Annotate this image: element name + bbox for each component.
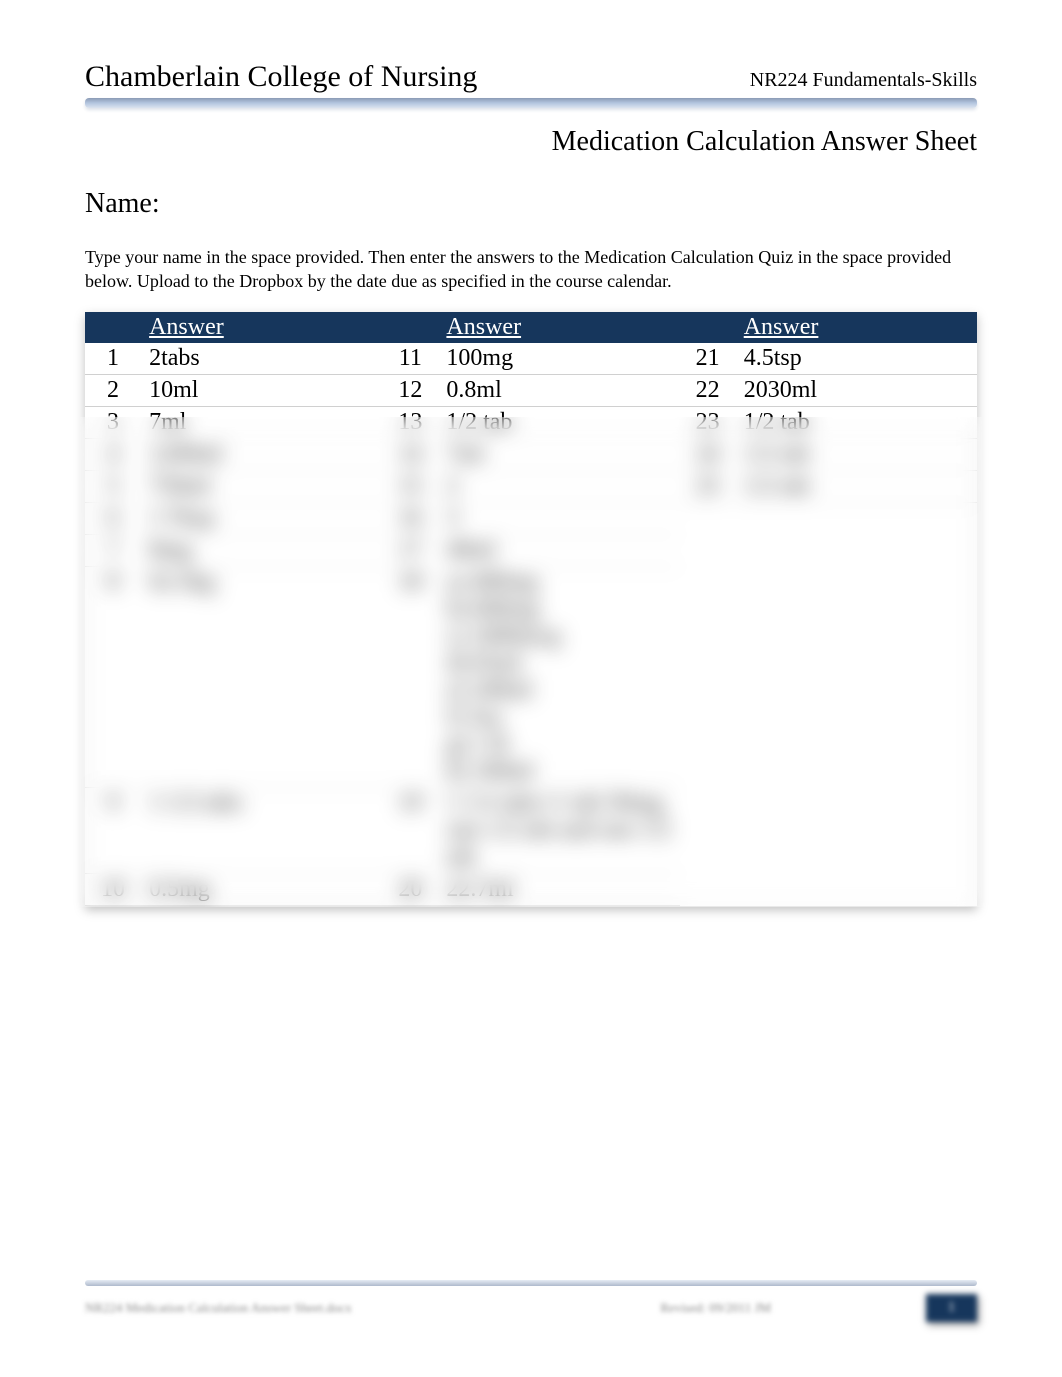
- answer-value: 3: [438, 502, 679, 534]
- header-answer-2: Answer: [438, 312, 679, 343]
- answer-number: [680, 787, 736, 873]
- answer-number: 23: [680, 406, 736, 438]
- answer-number: 12: [382, 374, 438, 406]
- answer-value: 2: [438, 470, 679, 502]
- footer-center-text: Revised: 09/2011 JM: [506, 1300, 927, 1316]
- answer-value: 40ml: [438, 534, 679, 566]
- answer-number: [680, 873, 736, 905]
- answer-value: 62.5kg: [141, 566, 382, 787]
- answer-number: 10: [85, 873, 141, 905]
- answer-value: 1/2 tab: [736, 470, 977, 502]
- table-row: 41200ml147ml241/2 tab: [85, 438, 977, 470]
- answer-value: 10ml: [141, 374, 382, 406]
- answer-value: 1 1/2 tabs: [141, 787, 382, 873]
- college-name: Chamberlain College of Nursing: [85, 60, 477, 94]
- answer-value: 4.5tsp: [736, 343, 977, 375]
- answer-number: 13: [382, 406, 438, 438]
- table-row: 61 Tbsp163: [85, 502, 977, 534]
- answer-number: 7: [85, 534, 141, 566]
- answer-number: [680, 534, 736, 566]
- answer-value: 2030ml: [736, 374, 977, 406]
- answer-number: 1: [85, 343, 141, 375]
- footer-row: NR224 Medication Calculation Answer Shee…: [85, 1294, 977, 1322]
- table-row: 78mg1740ml: [85, 534, 977, 566]
- answer-value: 0.8ml: [438, 374, 679, 406]
- page-badge: 1: [926, 1294, 977, 1322]
- document-title: Medication Calculation Answer Sheet: [85, 126, 977, 158]
- answer-number: 2: [85, 374, 141, 406]
- answer-number: 5: [85, 470, 141, 502]
- answer-value: 1/2 tab: [736, 438, 977, 470]
- answer-number: 19: [382, 787, 438, 873]
- answer-number: 20: [382, 873, 438, 905]
- answer-number: 14: [382, 438, 438, 470]
- table-row: 100.5mg2022.7ml: [85, 873, 977, 905]
- answer-value: 8mg: [141, 534, 382, 566]
- answer-table-wrap: Answer Answer Answer 12tabs11100mg214.5t…: [85, 312, 977, 906]
- answer-value: [736, 787, 977, 873]
- answer-number: 11: [382, 343, 438, 375]
- answer-value: a) 400mg b) 600mg c) 1000mcg d) 65ml e) …: [438, 566, 679, 787]
- answer-number: 4: [85, 438, 141, 470]
- answer-value: [736, 534, 977, 566]
- answer-value: [736, 873, 977, 905]
- answer-value: 100mg: [438, 343, 679, 375]
- answer-number: 24: [680, 438, 736, 470]
- name-label: Name:: [85, 188, 977, 220]
- answer-number: [680, 566, 736, 787]
- header-blank-1: [85, 312, 141, 343]
- header-blank-3: [680, 312, 736, 343]
- footer: NR224 Medication Calculation Answer Shee…: [85, 1280, 977, 1322]
- answer-value: 1200ml: [141, 438, 382, 470]
- answer-number: [680, 502, 736, 534]
- footer-line: [85, 1280, 977, 1286]
- answer-value: [736, 566, 977, 787]
- instructions-text: Type your name in the space provided. Th…: [85, 245, 977, 294]
- answer-number: 6: [85, 502, 141, 534]
- answer-value: 1/2 tab: [736, 406, 977, 438]
- answer-value: 22.7ml: [438, 873, 679, 905]
- answer-value: 750ml: [141, 470, 382, 502]
- answer-number: 15: [382, 470, 438, 502]
- header-blank-2: [382, 312, 438, 343]
- table-row: 210ml120.8ml222030ml: [85, 374, 977, 406]
- answer-number: 21: [680, 343, 736, 375]
- course-code: NR224 Fundamentals-Skills: [750, 69, 977, 92]
- header-answer-1: Answer: [141, 312, 382, 343]
- answer-value: 1 Tbsp: [141, 502, 382, 534]
- table-row: 37ml131/2 tab231/2 tab: [85, 406, 977, 438]
- answer-number: 9: [85, 787, 141, 873]
- answer-number: 16: [382, 502, 438, 534]
- table-row: 862.5kg18a) 400mg b) 600mg c) 1000mcg d)…: [85, 566, 977, 787]
- answer-value: 2tabs: [141, 343, 382, 375]
- header-answer-3: Answer: [736, 312, 977, 343]
- answer-value: 0.5mg: [141, 873, 382, 905]
- answer-value: 7ml: [141, 406, 382, 438]
- answer-value: [736, 502, 977, 534]
- footer-left-text: NR224 Medication Calculation Answer Shee…: [85, 1300, 506, 1316]
- answer-number: 22: [680, 374, 736, 406]
- table-header-row: Answer Answer Answer: [85, 312, 977, 343]
- header-row: Chamberlain College of Nursing NR224 Fun…: [85, 60, 977, 94]
- header-underline: [85, 98, 977, 108]
- answer-number: 17: [382, 534, 438, 566]
- answer-number: 8: [85, 566, 141, 787]
- answer-value: 7ml: [438, 438, 679, 470]
- answer-value: 1 1/2 tabs=1 tab 50mg, one 1/2 tab and o…: [438, 787, 679, 873]
- answer-number: 3: [85, 406, 141, 438]
- table-row: 91 1/2 tabs191 1/2 tabs=1 tab 50mg, one …: [85, 787, 977, 873]
- answer-value: 1/2 tab: [438, 406, 679, 438]
- answer-table: Answer Answer Answer 12tabs11100mg214.5t…: [85, 312, 977, 906]
- answer-number: 18: [382, 566, 438, 787]
- table-row: 5750ml152251/2 tab: [85, 470, 977, 502]
- answer-number: 25: [680, 470, 736, 502]
- table-row: 12tabs11100mg214.5tsp: [85, 343, 977, 375]
